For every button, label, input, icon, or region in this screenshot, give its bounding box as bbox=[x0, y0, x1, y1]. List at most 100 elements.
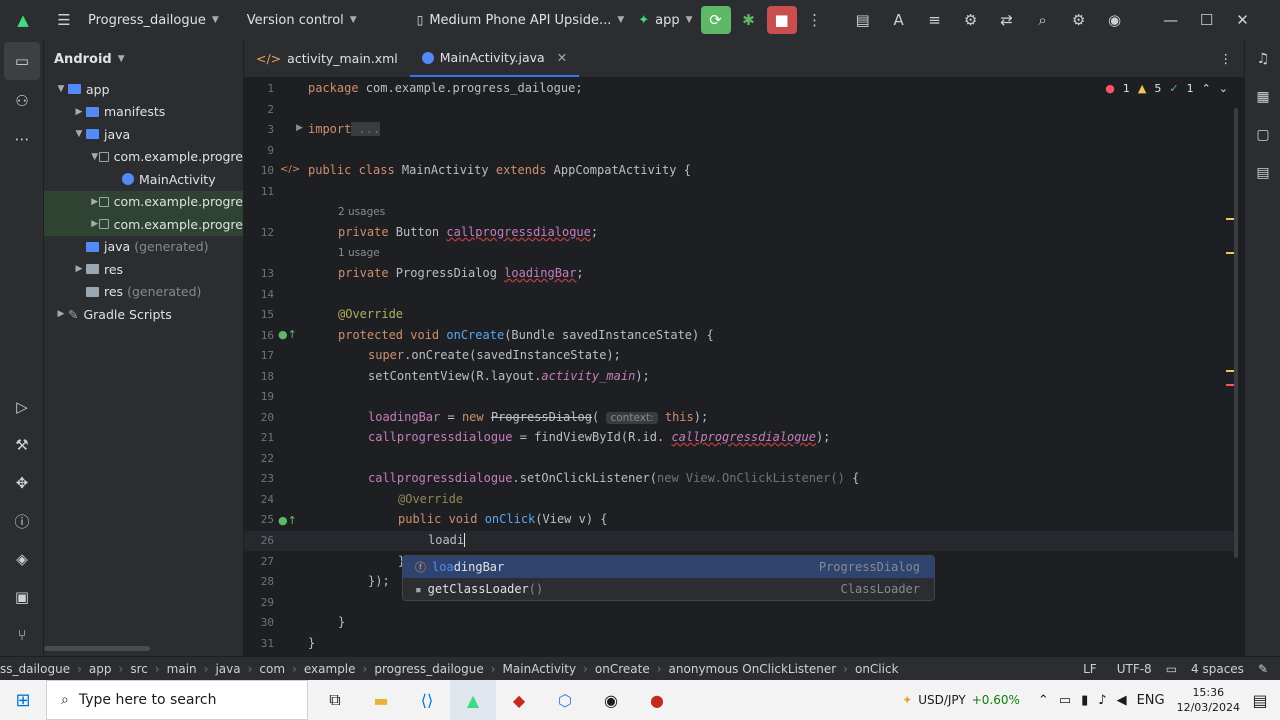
project-view-selector[interactable]: Android ▼ bbox=[44, 40, 243, 78]
tab-mainactivity-java[interactable]: MainActivity.java ✕ bbox=[409, 40, 580, 77]
volume-icon[interactable]: ◀ bbox=[1117, 693, 1127, 708]
breadcrumb-item[interactable]: onClick bbox=[851, 662, 903, 676]
settings-icon[interactable]: ⚙ bbox=[1061, 6, 1097, 34]
breadcrumb-item[interactable]: com bbox=[255, 662, 289, 676]
tree-item-gradle-scripts[interactable]: ▶ ✎ Gradle Scripts bbox=[44, 303, 243, 326]
horizontal-scrollbar[interactable] bbox=[44, 646, 150, 651]
search-icon[interactable]: ⌕ bbox=[1025, 6, 1061, 34]
tree-item-manifests[interactable]: ▶ manifests bbox=[44, 101, 243, 124]
override-gutter-icon[interactable]: ●↑ bbox=[278, 514, 297, 527]
app-icon[interactable]: ◆ bbox=[496, 680, 542, 720]
sdk-manager-icon[interactable]: ⚙ bbox=[953, 6, 989, 34]
tree-item-res[interactable]: ▶ res bbox=[44, 258, 243, 281]
task-view-icon[interactable]: ⧉ bbox=[312, 680, 358, 720]
language-icon[interactable]: ENG bbox=[1137, 693, 1165, 708]
device-manager-icon[interactable]: ▤ bbox=[845, 6, 881, 34]
tree-item-package-androidtest[interactable]: ▶ com.example.progre bbox=[44, 190, 243, 213]
breadcrumb-item[interactable]: main bbox=[163, 662, 201, 676]
git-icon[interactable]: ⑂ bbox=[0, 616, 44, 654]
translate-icon[interactable]: A bbox=[881, 6, 917, 34]
indent-setting[interactable]: 4 spaces bbox=[1181, 662, 1254, 676]
obs-icon[interactable]: ◉ bbox=[588, 680, 634, 720]
vcs-selector[interactable]: Version control ▼ bbox=[247, 13, 357, 28]
close-tab-icon[interactable]: ✕ bbox=[557, 50, 567, 65]
breadcrumb-item[interactable]: onCreate bbox=[591, 662, 654, 676]
more-icon[interactable]: ⋮ bbox=[797, 6, 833, 34]
device-selector[interactable]: ▯ Medium Phone API Upside... ▼ bbox=[417, 13, 625, 28]
run-icon[interactable]: ▷ bbox=[0, 388, 44, 426]
lock-icon[interactable]: ✎ bbox=[1254, 662, 1280, 676]
tree-item-java[interactable]: ▼ java bbox=[44, 123, 243, 146]
readonly-icon[interactable]: ▭ bbox=[1162, 662, 1181, 676]
line-separator[interactable]: LF bbox=[1073, 662, 1107, 676]
run-config-selector[interactable]: ✦ app ▼ bbox=[638, 13, 692, 28]
notification-center-icon[interactable]: ▤ bbox=[1240, 680, 1280, 720]
tree-item-mainactivity[interactable]: MainActivity bbox=[44, 168, 243, 191]
app-inspection-icon[interactable]: ✥ bbox=[0, 464, 44, 502]
completion-item[interactable]: ⓕ loadingBar ProgressDialog bbox=[403, 556, 934, 578]
vscode-icon[interactable]: ⟨⟩ bbox=[404, 680, 450, 720]
app-icon[interactable]: ● bbox=[634, 680, 680, 720]
tree-item-app[interactable]: ▼ app bbox=[44, 78, 243, 101]
resource-manager-icon[interactable]: ⚇ bbox=[0, 82, 44, 120]
close-icon[interactable]: ✕ bbox=[1225, 6, 1261, 34]
override-gutter-icon[interactable]: ●↑ bbox=[278, 328, 297, 341]
network-icon[interactable]: ▭ bbox=[1059, 693, 1071, 708]
file-encoding[interactable]: UTF-8 bbox=[1107, 662, 1162, 676]
breadcrumb-item[interactable]: java bbox=[211, 662, 244, 676]
breadcrumb-item[interactable]: app bbox=[85, 662, 116, 676]
breadcrumb-item[interactable]: anonymous OnClickListener bbox=[665, 662, 841, 676]
maximize-icon[interactable]: ☐ bbox=[1189, 6, 1225, 34]
apply-changes-icon[interactable]: ⟳ bbox=[700, 6, 731, 34]
chevron-down-icon[interactable]: ⌄ bbox=[1219, 82, 1228, 95]
version-control-icon[interactable]: ◈ bbox=[0, 540, 44, 578]
fold-icon[interactable]: ▶ bbox=[296, 123, 303, 133]
project-selector[interactable]: Progress_dailogue ▼ bbox=[88, 13, 219, 28]
debug-icon[interactable]: ✱ bbox=[731, 6, 767, 34]
logcat-icon[interactable]: ≡ bbox=[917, 6, 953, 34]
battery-icon[interactable]: ▮ bbox=[1081, 693, 1088, 708]
completion-item[interactable]: ▪ getClassLoader() ClassLoader bbox=[403, 578, 934, 600]
app-icon[interactable]: ⬡ bbox=[542, 680, 588, 720]
build-icon[interactable]: ⚒ bbox=[0, 426, 44, 464]
tab-options-icon[interactable]: ⋮ bbox=[1208, 40, 1245, 77]
clock[interactable]: 15:36 12/03/2024 bbox=[1177, 685, 1240, 715]
device-manager-icon[interactable]: ▢ bbox=[1245, 116, 1280, 154]
breadcrumb-item[interactable]: src bbox=[126, 662, 152, 676]
usages-hint[interactable]: 2 usages bbox=[338, 206, 385, 218]
project-view-icon[interactable]: ▭ bbox=[4, 42, 40, 80]
notifications-icon[interactable]: ♫ bbox=[1245, 40, 1280, 78]
terminal-icon[interactable]: ▣ bbox=[0, 578, 44, 616]
android-studio-taskbar-icon[interactable]: ▲ bbox=[450, 680, 496, 720]
problems-icon[interactable]: ⓘ bbox=[0, 502, 44, 540]
taskbar-search[interactable]: ⌕ Type here to search bbox=[46, 680, 308, 720]
tree-item-java-generated[interactable]: java (generated) bbox=[44, 236, 243, 259]
inspection-widget[interactable]: ● 1 ▲ 5 ✓ 1 ⌃ ⌄ bbox=[1105, 82, 1228, 95]
main-menu-icon[interactable]: ☰ bbox=[46, 6, 82, 34]
account-icon[interactable]: ◉ bbox=[1097, 6, 1133, 34]
sync-icon[interactable]: ⇄ bbox=[989, 6, 1025, 34]
breadcrumb-item[interactable]: MainActivity bbox=[499, 662, 581, 676]
tree-item-package-test[interactable]: ▶ com.example.progre bbox=[44, 213, 243, 236]
chevron-up-icon[interactable]: ⌃ bbox=[1038, 693, 1049, 708]
breadcrumb-item[interactable]: example bbox=[300, 662, 360, 676]
implements-icon[interactable]: </> bbox=[280, 164, 300, 175]
breadcrumb-item[interactable]: progress_dailogue bbox=[370, 662, 487, 676]
windows-start-icon[interactable]: ⊞ bbox=[0, 680, 46, 720]
tab-activity-main-xml[interactable]: </> activity_main.xml bbox=[244, 40, 410, 77]
gradle-tool-icon[interactable]: ▦ bbox=[1245, 78, 1280, 116]
more-tools-icon[interactable]: ⋯ bbox=[0, 120, 44, 158]
file-explorer-icon[interactable]: ▬ bbox=[358, 680, 404, 720]
tree-item-package[interactable]: ▼ com.example.progre bbox=[44, 146, 243, 169]
code-line-current[interactable]: loadi bbox=[428, 533, 466, 547]
chevron-up-icon[interactable]: ⌃ bbox=[1202, 82, 1211, 95]
market-ticker[interactable]: ✦ USD/JPY +0.60% bbox=[902, 693, 1020, 707]
tree-item-res-generated[interactable]: res (generated) bbox=[44, 281, 243, 304]
minimize-icon[interactable]: — bbox=[1153, 6, 1189, 34]
microphone-icon[interactable]: ♪ bbox=[1098, 693, 1106, 708]
running-devices-icon[interactable]: ▤ bbox=[1245, 154, 1280, 192]
usages-hint[interactable]: 1 usage bbox=[338, 247, 380, 259]
breadcrumb-item[interactable]: ss_dailogue bbox=[0, 662, 74, 676]
vertical-scrollbar[interactable] bbox=[1234, 108, 1238, 558]
stop-icon[interactable]: ■ bbox=[766, 6, 797, 34]
